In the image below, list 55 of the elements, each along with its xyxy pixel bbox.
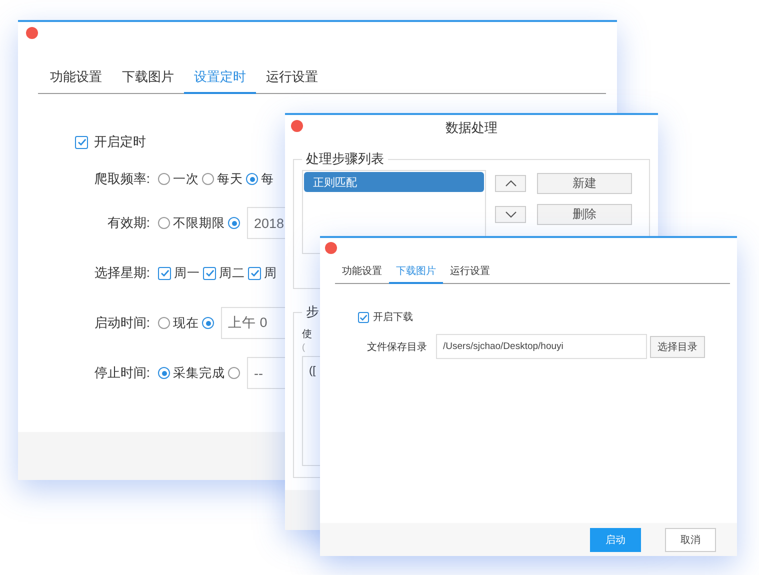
checkbox[interactable] — [158, 266, 171, 280]
move-up-button[interactable] — [495, 175, 526, 192]
option-label: 每 — [261, 170, 274, 188]
option-label: 现在 — [173, 314, 199, 332]
checkbox[interactable] — [358, 312, 369, 322]
action-button[interactable]: 删除 — [537, 204, 632, 225]
field-label: 爬取频率: — [93, 170, 150, 188]
radio-button[interactable] — [246, 173, 258, 185]
checkbox[interactable] — [203, 266, 216, 280]
field-label: 有效期: — [106, 214, 150, 232]
tab[interactable]: 设置定时 — [184, 68, 256, 94]
hint-text: ( — [302, 342, 305, 352]
action-button[interactable]: 新建 — [537, 173, 632, 194]
option-label: 周一 — [174, 264, 200, 282]
tab[interactable]: 下载图片 — [112, 68, 184, 94]
move-down-button[interactable] — [495, 206, 526, 223]
close-button[interactable] — [26, 27, 38, 39]
cancel-button[interactable]: 取消 — [665, 528, 716, 552]
tab[interactable]: 运行设置 — [256, 68, 328, 94]
tab[interactable]: 功能设置 — [40, 68, 112, 94]
window-title: 数据处理 — [444, 119, 498, 137]
radio-button[interactable] — [158, 173, 170, 185]
list-item[interactable]: 正则匹配 — [304, 172, 484, 192]
radio-button[interactable] — [202, 173, 214, 185]
radio-button[interactable] — [158, 317, 170, 329]
checkbox-label: 开启定时 — [94, 133, 146, 151]
tab[interactable]: 功能设置 — [335, 264, 389, 284]
field-label: 启动时间: — [93, 314, 150, 332]
description-text: 使 — [302, 328, 312, 341]
tab[interactable]: 下载图片 — [389, 264, 443, 284]
option-label: 一次 — [173, 170, 199, 188]
field-label: 停止时间: — [93, 364, 150, 382]
group-title: 处理步骤列表 — [305, 150, 385, 168]
close-button[interactable] — [325, 242, 337, 254]
checkbox-label: 开启下载 — [373, 310, 413, 324]
checkbox[interactable] — [248, 266, 261, 280]
option-label: 不限期限 — [173, 214, 225, 232]
input-field[interactable]: /Users/sjchao/Desktop/houyi — [436, 334, 647, 359]
radio-button[interactable] — [158, 367, 170, 379]
checkbox[interactable] — [75, 136, 88, 148]
close-button[interactable] — [291, 120, 303, 132]
tab[interactable]: 运行设置 — [443, 264, 497, 284]
radio-button[interactable] — [228, 367, 240, 379]
chevron-down-icon — [504, 210, 518, 219]
choose-directory-button[interactable]: 选择目录 — [650, 336, 705, 358]
option-label: 采集完成 — [173, 364, 225, 382]
radio-button[interactable] — [228, 217, 240, 229]
radio-button[interactable] — [202, 317, 214, 329]
chevron-up-icon — [504, 179, 518, 188]
radio-button[interactable] — [158, 217, 170, 229]
option-label: 周 — [264, 264, 277, 282]
option-label: 周二 — [219, 264, 245, 282]
field-label: 文件保存目录 — [366, 340, 427, 354]
option-label: 每天 — [217, 170, 243, 188]
field-label: 选择星期: — [93, 264, 150, 282]
